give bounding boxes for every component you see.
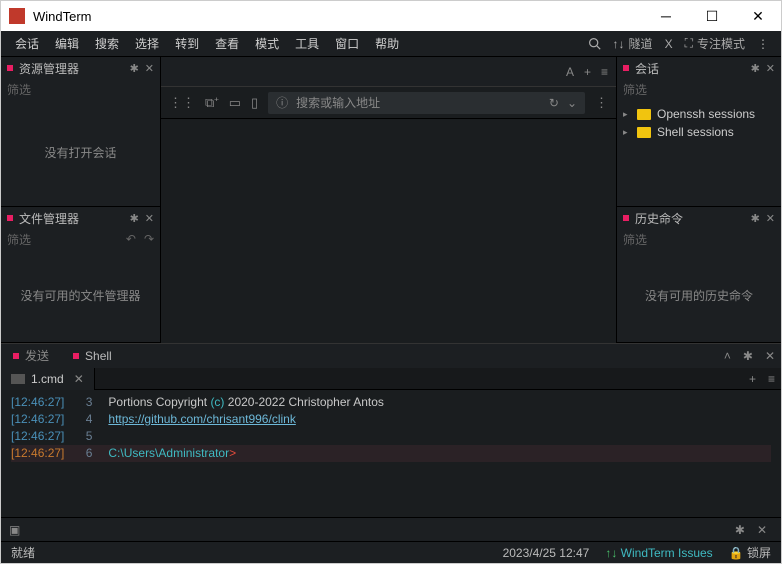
address-bar[interactable]: ⓘ 搜索或输入地址 ↻ ⌄ (268, 92, 585, 114)
folder-icon (637, 127, 651, 138)
search-icon[interactable] (582, 37, 607, 50)
close-icon[interactable]: ✕ (766, 62, 775, 75)
tab-shell[interactable]: Shell (61, 344, 124, 368)
status-ready: 就绪 (11, 544, 35, 561)
tunnel-button[interactable]: ↑↓ 隧道 (607, 35, 659, 52)
app-logo (9, 8, 25, 24)
close-icon[interactable]: ✕ (145, 62, 154, 75)
focus-mode-button[interactable]: ⛶ 专注模式 (679, 35, 751, 52)
menu-view[interactable]: 查看 (207, 31, 247, 57)
gear-icon[interactable]: ✱ (751, 212, 760, 225)
close-icon[interactable]: ✕ (751, 523, 773, 537)
forward-icon[interactable]: ↷ (144, 232, 154, 246)
split-h-icon[interactable]: ▭ (229, 95, 241, 111)
statusbar: 就绪 2023/4/25 12:47 ↑↓ WindTerm Issues 🔒 … (1, 541, 781, 563)
chevron-right-icon: ▸ (623, 127, 631, 138)
bottom-tabs: 发送 Shell ˄ ✱ ✕ (1, 344, 781, 368)
menu-search[interactable]: 搜索 (87, 31, 127, 57)
plus-icon[interactable]: + (584, 65, 591, 79)
center-top-toolbar: A + ≡ (161, 57, 616, 87)
status-lock[interactable]: 🔒 锁屏 (729, 544, 771, 561)
menu-window[interactable]: 窗口 (327, 31, 367, 57)
close-icon[interactable]: ✕ (759, 349, 781, 363)
history-filter[interactable]: 筛选 (617, 229, 781, 249)
font-indicator[interactable]: A (566, 65, 574, 79)
back-icon[interactable]: ↶ (126, 232, 136, 246)
history-empty: 没有可用的历史命令 (617, 249, 781, 342)
x-button[interactable]: X (659, 37, 679, 51)
file-empty: 没有可用的文件管理器 (1, 249, 160, 342)
session-tab-cmd[interactable]: 1.cmd ✕ (1, 368, 95, 390)
chevron-down-icon[interactable]: ⌄ (567, 96, 577, 110)
grip-icon[interactable]: ⋮⋮ (169, 95, 195, 111)
toolbar-strip: ▣ ✱ ✕ (1, 517, 781, 541)
resource-empty: 没有打开会话 (1, 99, 160, 206)
menu-mode[interactable]: 模式 (247, 31, 287, 57)
chevron-up-icon[interactable]: ˄ (718, 349, 737, 363)
history-panel-header[interactable]: 历史命令 ✱ ✕ (617, 207, 781, 229)
menu-more-icon[interactable]: ⋮ (751, 37, 775, 51)
more-icon[interactable]: ⋮ (595, 95, 608, 111)
window-title: WindTerm (33, 9, 643, 24)
gear-icon[interactable]: ✱ (751, 62, 760, 75)
tab-send[interactable]: 发送 (1, 344, 61, 368)
menu-select[interactable]: 选择 (127, 31, 167, 57)
gear-icon[interactable]: ✱ (130, 62, 139, 75)
cmd-icon (11, 374, 25, 384)
menu-goto[interactable]: 转到 (167, 31, 207, 57)
tree-item-openssh[interactable]: ▸ Openssh sessions (619, 105, 779, 123)
minimize-button[interactable]: ─ (643, 1, 689, 31)
sessions-filter[interactable]: 筛选 (617, 79, 781, 99)
close-icon[interactable]: ✕ (766, 212, 775, 225)
status-issues[interactable]: ↑↓ WindTerm Issues (605, 546, 712, 560)
folder-icon (637, 109, 651, 120)
address-placeholder: 搜索或输入地址 (296, 94, 380, 111)
menu-session[interactable]: 会话 (7, 31, 47, 57)
sessions-panel-header[interactable]: 会话 ✱ ✕ (617, 57, 781, 79)
close-button[interactable]: ✕ (735, 1, 781, 31)
tree-item-shell[interactable]: ▸ Shell sessions (619, 123, 779, 141)
gear-icon[interactable]: ✱ (737, 349, 759, 363)
menu-icon[interactable]: ≡ (601, 65, 608, 79)
terminal[interactable]: [12:46:27]3Portions Copyright (c) 2020-2… (1, 390, 781, 517)
panel-dot-icon (623, 215, 629, 221)
titlebar: WindTerm ─ ☐ ✕ (1, 1, 781, 31)
close-icon[interactable]: ✕ (74, 368, 84, 390)
menubar: 会话 编辑 搜索 选择 转到 查看 模式 工具 窗口 帮助 ↑↓ 隧道 X ⛶ … (1, 31, 781, 57)
resource-panel-header[interactable]: 资源管理器 ✱ ✕ (1, 57, 160, 79)
close-icon[interactable]: ✕ (145, 212, 154, 225)
resource-filter[interactable]: 筛选 (1, 79, 160, 99)
clink-link[interactable]: https://github.com/chrisant996/clink (108, 411, 295, 428)
status-datetime: 2023/4/25 12:47 (503, 546, 590, 560)
panel-dot-icon (7, 65, 13, 71)
menu-icon[interactable]: ≡ (762, 372, 781, 386)
panel-icon[interactable]: ▣ (9, 523, 20, 537)
gear-icon[interactable]: ✱ (729, 523, 751, 537)
panel-dot-icon (7, 215, 13, 221)
file-filter[interactable]: 筛选 ↶ ↷ (1, 229, 160, 249)
menu-help[interactable]: 帮助 (367, 31, 407, 57)
split-v-icon[interactable]: ▯ (251, 95, 258, 111)
reload-icon[interactable]: ↻ (549, 96, 559, 110)
maximize-button[interactable]: ☐ (689, 1, 735, 31)
gear-icon[interactable]: ✱ (130, 212, 139, 225)
file-panel-header[interactable]: 文件管理器 ✱ ✕ (1, 207, 160, 229)
menu-edit[interactable]: 编辑 (47, 31, 87, 57)
new-tab-icon[interactable]: ⧉⁺ (205, 95, 219, 111)
panel-dot-icon (623, 65, 629, 71)
info-icon: ⓘ (276, 94, 288, 111)
plus-icon[interactable]: + (743, 372, 762, 386)
menu-tools[interactable]: 工具 (287, 31, 327, 57)
chevron-right-icon: ▸ (623, 109, 631, 120)
center-body (161, 119, 616, 343)
